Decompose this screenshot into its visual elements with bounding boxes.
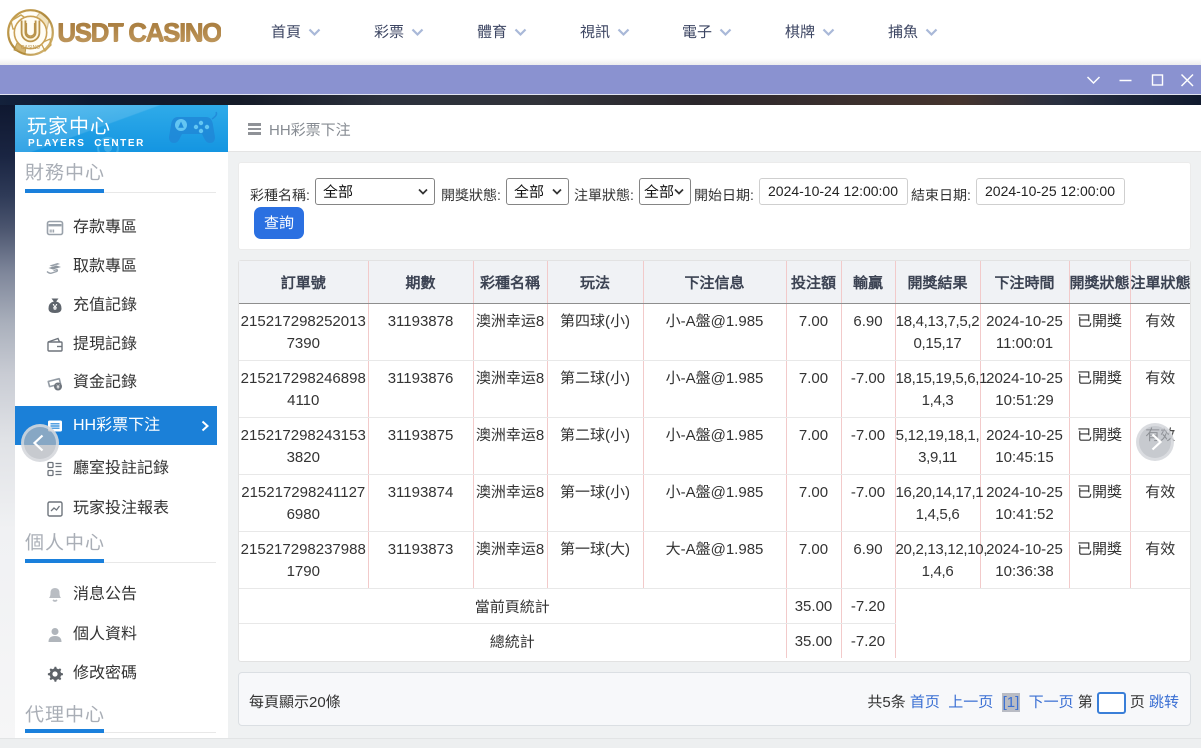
svg-text:¥: ¥ (53, 302, 58, 312)
svg-text:CASINO: CASINO (21, 45, 40, 51)
